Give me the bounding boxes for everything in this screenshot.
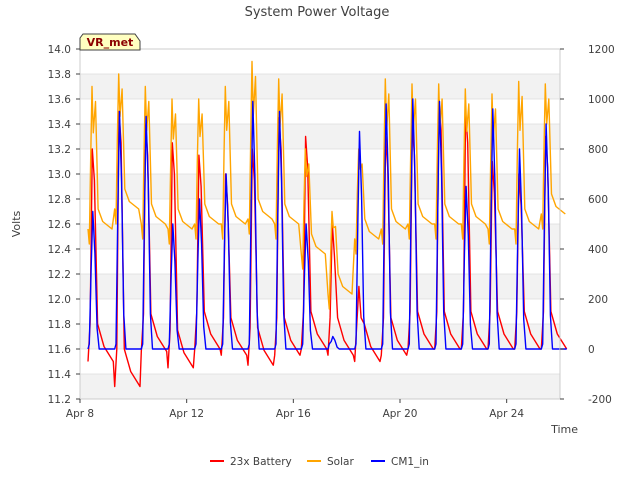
left-tick-label: 11.2 <box>48 394 71 406</box>
left-tick-label: 12.4 <box>48 244 72 256</box>
right-tick-label: 600 <box>588 194 608 206</box>
x-tick-label: Apr 20 <box>383 408 418 420</box>
left-tick-label: 11.4 <box>48 369 72 381</box>
left-tick-label: 13.8 <box>48 69 71 81</box>
chart-title: System Power Voltage <box>245 5 390 20</box>
right-axis-ticks: -200 0 200 400 600 800 1000 1200 <box>560 44 615 406</box>
grid-band <box>80 74 560 99</box>
grid-band <box>80 124 560 149</box>
x-tick-label: Apr 16 <box>276 408 311 420</box>
right-tick-label: 1200 <box>588 44 615 56</box>
x-tick-label: Apr 12 <box>169 408 204 420</box>
x-axis-ticks: Apr 8 Apr 12 Apr 16 Apr 20 Apr 24 <box>66 399 524 420</box>
left-tick-label: 13.2 <box>48 144 71 156</box>
left-tick-label: 12.0 <box>48 294 71 306</box>
left-tick-label: 12.2 <box>48 269 71 281</box>
legend: 23x Battery Solar CM1_in <box>210 456 429 468</box>
left-tick-label: 12.8 <box>48 194 71 206</box>
left-tick-label: 13.6 <box>48 94 72 106</box>
legend-label: CM1_in <box>391 456 429 468</box>
left-tick-label: 11.8 <box>48 319 71 331</box>
grid-band <box>80 374 560 399</box>
right-tick-label: -200 <box>588 394 612 406</box>
left-tick-label: 11.6 <box>48 344 72 356</box>
left-tick-label: 12.6 <box>48 219 72 231</box>
x-tick-label: Apr 24 <box>489 408 524 420</box>
left-tick-label: 13.4 <box>48 119 72 131</box>
badge: VR_met <box>79 33 141 51</box>
right-tick-label: 1000 <box>588 94 615 106</box>
left-tick-label: 13.0 <box>48 169 71 181</box>
right-tick-label: 400 <box>588 244 608 256</box>
y-axis-label: Volts <box>10 210 23 237</box>
legend-label: 23x Battery <box>230 456 292 468</box>
x-axis-label: Time <box>550 423 578 436</box>
right-tick-label: 800 <box>588 144 608 156</box>
x-tick-label: Apr 8 <box>66 408 94 420</box>
right-tick-label: 200 <box>588 294 608 306</box>
grid-band <box>80 274 560 299</box>
legend-label: Solar <box>327 456 354 468</box>
grid-band <box>80 174 560 199</box>
chart-svg: System Power Voltage 11.2 11.4 11.6 11.8 12.… <box>10 5 615 468</box>
left-axis-ticks: 11.2 11.4 11.6 11.8 12.0 12.2 12.4 12.6 12.8 13.0… <box>48 44 80 406</box>
badge-label: VR_met <box>87 36 134 49</box>
right-tick-label: 0 <box>588 344 595 356</box>
chart-container: System Power Voltage 11.2 11.4 11.6 11.8 12.… <box>0 0 640 480</box>
left-tick-label: 14.0 <box>48 44 71 56</box>
